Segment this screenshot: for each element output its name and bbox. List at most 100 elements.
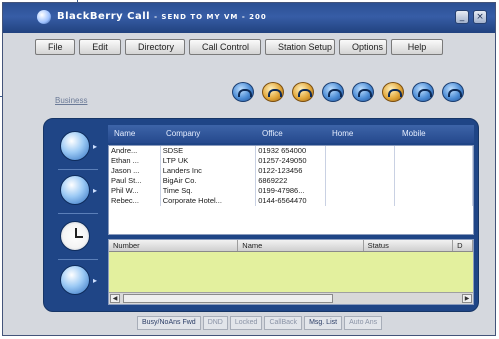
table-row[interactable]: Rebec... Corporate Hotel... 0144-6564470	[109, 196, 474, 206]
menu-directory[interactable]: Directory	[125, 39, 185, 55]
window-title-subtitle: - SEND TO MY VM - 200	[154, 13, 267, 21]
hold-icon-graphic	[352, 82, 374, 102]
table-cell: Rebec...	[109, 196, 161, 206]
status-dnd[interactable]: DND	[202, 316, 228, 330]
hangup-icon[interactable]	[410, 79, 436, 105]
sidebar-history-icon[interactable]	[56, 217, 102, 257]
table-cell	[395, 176, 474, 186]
hold-icon[interactable]	[350, 79, 376, 105]
column-header-name[interactable]: Name	[108, 125, 160, 143]
table-cell: LTP UK	[161, 156, 257, 166]
contact-icon[interactable]	[260, 79, 286, 105]
table-cell	[395, 186, 474, 196]
table-cell: 01257-249050	[256, 156, 326, 166]
table-cell	[395, 166, 474, 176]
table-cell	[326, 156, 396, 166]
table-row[interactable]: Andre... SDSE 01932 654000	[109, 146, 474, 156]
close-button[interactable]: ×	[473, 10, 487, 24]
table-cell: 0122-123456	[256, 166, 326, 176]
menu-help[interactable]: Help	[391, 39, 443, 55]
sidebar-calls-icon[interactable]: ▸	[56, 261, 102, 301]
table-cell: 0199-47986...	[256, 186, 326, 196]
sidebar-directory-graphic-icon	[60, 131, 90, 161]
status-busy-noans-fwd[interactable]: Busy/NoAns Fwd	[137, 316, 201, 330]
contacts-header: Name Company Office Home Mobile	[108, 125, 474, 143]
table-cell	[326, 186, 396, 196]
app-root: BlackBerry Call - SEND TO MY VM - 200 _ ×…	[0, 0, 499, 339]
sidebar-calls-graphic-icon	[60, 265, 90, 295]
table-row[interactable]: Ethan ... LTP UK 01257-249050	[109, 156, 474, 166]
column-header-home[interactable]: Home	[326, 125, 396, 143]
sidebar: ▸ ▸ ▸	[56, 125, 106, 307]
table-row[interactable]: Jason ... Landers Inc 0122-123456	[109, 166, 474, 176]
contacts-list: Name Company Office Home Mobile Andre... SDSE…	[108, 125, 474, 235]
forward-icon[interactable]	[440, 79, 466, 105]
sidebar-history-graphic-icon	[60, 221, 90, 251]
table-row[interactable]: Phil W... Time Sq. 0199-47986...	[109, 186, 474, 196]
scroll-left-icon[interactable]: ◀	[110, 294, 120, 303]
table-cell: BigAir Co.	[161, 176, 257, 186]
calls-column-header[interactable]: Number	[109, 240, 239, 251]
menu-station-setup[interactable]: Station Setup	[265, 39, 335, 55]
contact-add-icon[interactable]	[290, 79, 316, 105]
table-cell: 6869222	[256, 176, 326, 186]
column-header-mobile[interactable]: Mobile	[396, 125, 474, 143]
menu-file[interactable]: File	[35, 39, 75, 55]
horizontal-scrollbar[interactable]: ◀ ▶	[109, 292, 473, 304]
calls-body[interactable]	[109, 252, 473, 292]
calls-header: Number Name Status D	[109, 240, 473, 252]
column-header-company[interactable]: Company	[160, 125, 256, 143]
main-panel: ▸ ▸ ▸ Name Company Office Home Mobile Andre...…	[43, 118, 479, 312]
menu-options[interactable]: Options	[339, 39, 387, 55]
transfer-icon[interactable]	[320, 79, 346, 105]
column-header-office[interactable]: Office	[256, 125, 326, 143]
scroll-right-icon[interactable]: ▶	[462, 294, 472, 303]
conference-icon-graphic	[382, 82, 404, 102]
table-cell: Time Sq.	[161, 186, 257, 196]
table-cell	[326, 146, 396, 156]
table-cell: Ethan ...	[109, 156, 161, 166]
call-icon-graphic	[232, 82, 254, 102]
table-cell	[395, 146, 474, 156]
calls-column-header[interactable]: Status	[364, 240, 454, 251]
sidebar-contacts-icon[interactable]: ▸	[56, 171, 102, 211]
call-icon[interactable]	[230, 79, 256, 105]
table-row[interactable]: Paul St... BigAir Co. 6869222	[109, 176, 474, 186]
calls-column-header[interactable]: Name	[238, 240, 364, 251]
menu-call-control[interactable]: Call Control	[189, 39, 261, 55]
contact-add-icon-graphic	[292, 82, 314, 102]
table-cell: Paul St...	[109, 176, 161, 186]
status-auto-ans[interactable]: Auto Ans	[344, 316, 383, 330]
app-logo-icon	[37, 10, 51, 24]
calls-column-header[interactable]: D	[453, 240, 473, 251]
dropdown-arrow-icon[interactable]: ▸	[93, 142, 97, 151]
window-title: BlackBerry Call - SEND TO MY VM - 200	[57, 11, 267, 22]
calls-list: Number Name Status D ◀ ▶	[108, 239, 474, 305]
table-cell	[395, 196, 474, 206]
window-title-main: BlackBerry Call	[57, 11, 151, 22]
table-cell: Corporate Hotel...	[161, 196, 257, 206]
status-locked[interactable]: Locked	[229, 316, 263, 330]
contact-icon-graphic	[262, 82, 284, 102]
forward-icon-graphic	[442, 82, 464, 102]
sidebar-contacts-graphic-icon	[60, 175, 90, 205]
title-bar[interactable]: BlackBerry Call - SEND TO MY VM - 200 _ ×	[3, 3, 495, 33]
table-cell: 01932 654000	[256, 146, 326, 156]
table-cell: SDSE	[161, 146, 257, 156]
status-callback[interactable]: CallBack	[264, 316, 303, 330]
toolbar-category-label[interactable]: Business	[55, 96, 87, 105]
table-cell	[395, 156, 474, 166]
conference-icon[interactable]	[380, 79, 406, 105]
scroll-thumb[interactable]	[123, 294, 333, 303]
sidebar-separator	[58, 213, 98, 214]
minimize-button[interactable]: _	[455, 10, 469, 24]
dropdown-arrow-icon[interactable]: ▸	[93, 186, 97, 195]
table-cell: Jason ...	[109, 166, 161, 176]
status-msg-list[interactable]: Msg. List	[304, 316, 343, 330]
table-cell: Landers Inc	[161, 166, 257, 176]
contacts-grid[interactable]: Andre... SDSE 01932 654000 Ethan ... LTP UK 0…	[108, 145, 474, 235]
dropdown-arrow-icon[interactable]: ▸	[93, 276, 97, 285]
menu-edit[interactable]: Edit	[79, 39, 121, 55]
table-cell: 0144-6564470	[256, 196, 326, 206]
sidebar-directory-icon[interactable]: ▸	[56, 127, 102, 167]
